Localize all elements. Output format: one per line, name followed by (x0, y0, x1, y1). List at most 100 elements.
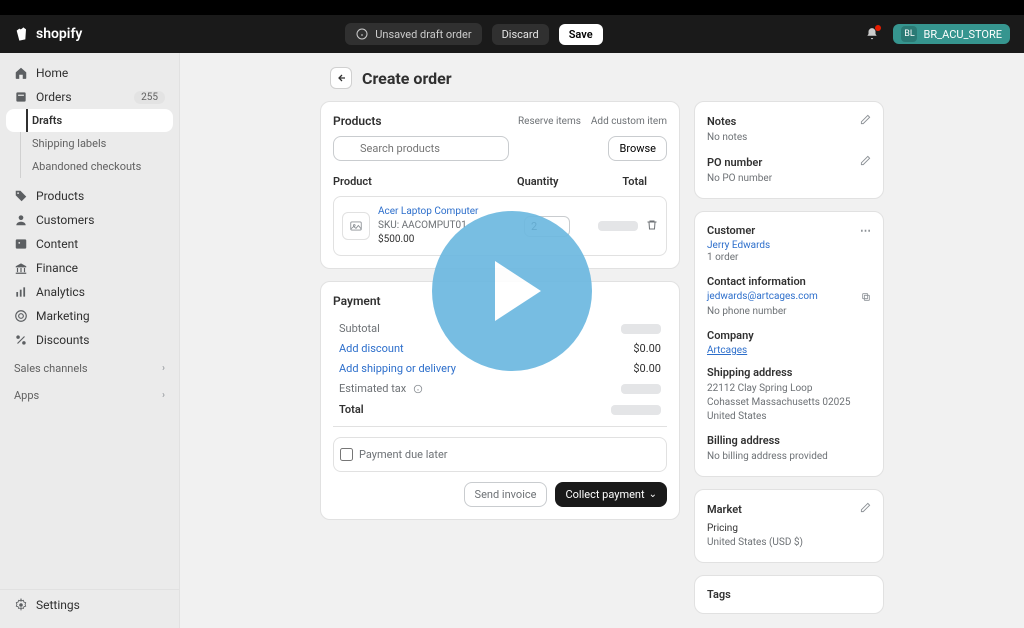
store-name: BR_ACU_STORE (923, 28, 1002, 41)
sidebar: Home Orders 255 Drafts Shipping labels A… (0, 53, 180, 628)
total-skeleton (611, 405, 661, 415)
percent-icon (14, 333, 28, 347)
company-link[interactable]: Artcages (707, 345, 871, 356)
sidebar-label: Home (36, 66, 68, 80)
add-custom-item-link[interactable]: Add custom item (591, 116, 667, 127)
product-name-link[interactable]: Acer Laptop Computer (378, 205, 516, 219)
payment-card: Payment Subtotal Add discount $0.00 Add … (320, 281, 680, 520)
copy-email-button[interactable] (861, 291, 871, 305)
th-product: Product (333, 175, 517, 188)
payment-card-title: Payment (333, 294, 667, 308)
customer-email-link[interactable]: jedwards@artcages.com (707, 291, 818, 302)
edit-market-button[interactable] (860, 502, 871, 516)
sidebar-item-analytics[interactable]: Analytics (0, 280, 179, 304)
sidebar-label: Abandoned checkouts (32, 160, 141, 173)
discard-button[interactable]: Discard (492, 24, 549, 45)
total-label: Total (339, 403, 364, 416)
save-button[interactable]: Save (559, 24, 603, 45)
shipping-value: $0.00 (633, 362, 661, 375)
sidebar-item-products[interactable]: Products (0, 184, 179, 208)
ship-line2: Cohasset Massachusetts 02025 (707, 396, 871, 410)
shopify-logo[interactable]: shopify (14, 26, 82, 42)
customer-menu-button[interactable]: ⋯ (860, 224, 871, 237)
tax-skeleton (621, 384, 661, 394)
tags-card: Tags (694, 575, 884, 614)
customer-card: Customer ⋯ Jerry Edwards 1 order Contact… (694, 211, 884, 477)
bank-icon (14, 261, 28, 275)
line-total-skeleton (598, 221, 638, 231)
quantity-input[interactable] (524, 216, 570, 237)
sidebar-item-discounts[interactable]: Discounts (0, 328, 179, 352)
sidebar-item-marketing[interactable]: Marketing (0, 304, 179, 328)
chevron-down-icon: ⌄ (649, 489, 657, 500)
back-button[interactable] (330, 67, 352, 89)
orders-icon (14, 90, 28, 104)
customer-title: Customer (707, 224, 755, 237)
pricing-value: United States (USD $) (707, 536, 871, 550)
collect-payment-button[interactable]: Collect payment ⌄ (555, 482, 667, 507)
sidebar-item-home[interactable]: Home (0, 61, 179, 85)
customer-name-link[interactable]: Jerry Edwards (707, 240, 871, 251)
sidebar-label: Shipping labels (32, 137, 106, 150)
product-row: Acer Laptop Computer SKU: AACOMPUT01 $50… (333, 196, 667, 256)
edit-notes-button[interactable] (860, 114, 871, 128)
sidebar-label: Discounts (36, 333, 89, 347)
sidebar-item-orders[interactable]: Orders 255 (0, 85, 179, 109)
bell-icon[interactable] (865, 27, 879, 41)
brand-label: shopify (36, 26, 82, 42)
store-chip[interactable]: BL BR_ACU_STORE (893, 24, 1010, 44)
products-card-title: Products (333, 114, 382, 128)
sidebar-label: Marketing (36, 309, 90, 323)
po-text: No PO number (707, 172, 871, 186)
delete-line-button[interactable] (646, 219, 658, 234)
sidebar-item-shipping-labels[interactable]: Shipping labels (0, 132, 179, 155)
due-later-checkbox[interactable] (340, 448, 353, 461)
sidebar-item-settings[interactable]: Settings (0, 589, 179, 620)
customer-orders: 1 order (707, 251, 871, 265)
sidebar-label: Content (36, 237, 78, 251)
target-icon (14, 309, 28, 323)
add-shipping-link[interactable]: Add shipping or delivery (339, 362, 456, 375)
sidebar-section-sales-channels[interactable]: Sales channels › (0, 352, 179, 379)
payment-due-later-row[interactable]: Payment due later (333, 437, 667, 472)
sidebar-item-abandoned[interactable]: Abandoned checkouts (0, 155, 179, 178)
sidebar-section-apps[interactable]: Apps › (0, 379, 179, 406)
search-products-input[interactable] (333, 136, 509, 161)
page-title: Create order (362, 69, 452, 88)
edit-po-button[interactable] (860, 155, 871, 169)
sidebar-item-drafts[interactable]: Drafts (6, 109, 173, 132)
company-title: Company (707, 329, 754, 342)
pricing-label: Pricing (707, 523, 738, 534)
gear-icon (14, 598, 28, 612)
billing-text: No billing address provided (707, 450, 871, 464)
info-icon[interactable] (411, 382, 425, 396)
products-card: Products Reserve items Add custom item (320, 101, 680, 269)
sidebar-label: Orders (36, 90, 72, 104)
billing-title: Billing address (707, 434, 780, 447)
notes-card: Notes No notes PO number No PO number (694, 101, 884, 199)
sidebar-label: Analytics (36, 285, 85, 299)
chart-icon (14, 285, 28, 299)
person-icon (14, 213, 28, 227)
sidebar-label: Settings (36, 598, 80, 612)
reserve-items-link[interactable]: Reserve items (518, 116, 581, 127)
browse-button[interactable]: Browse (608, 136, 667, 161)
shipping-title: Shipping address (707, 366, 792, 379)
main-content: Create order Products Reserve items Add … (180, 53, 1024, 628)
sidebar-item-finance[interactable]: Finance (0, 256, 179, 280)
sidebar-label: Sales channels (14, 362, 88, 375)
customer-phone: No phone number (707, 305, 871, 319)
draft-status-text: Unsaved draft order (375, 28, 471, 41)
send-invoice-button[interactable]: Send invoice (464, 482, 548, 507)
th-total: Total (587, 175, 647, 188)
sidebar-label: Drafts (32, 114, 62, 127)
store-avatar: BL (901, 26, 917, 42)
th-quantity: Quantity (517, 175, 587, 188)
subtotal-skeleton (621, 324, 661, 334)
sidebar-item-customers[interactable]: Customers (0, 208, 179, 232)
add-discount-link[interactable]: Add discount (339, 342, 404, 355)
notes-title: Notes (707, 115, 736, 128)
tags-title: Tags (707, 588, 731, 601)
sidebar-label: Products (36, 189, 84, 203)
sidebar-item-content[interactable]: Content (0, 232, 179, 256)
